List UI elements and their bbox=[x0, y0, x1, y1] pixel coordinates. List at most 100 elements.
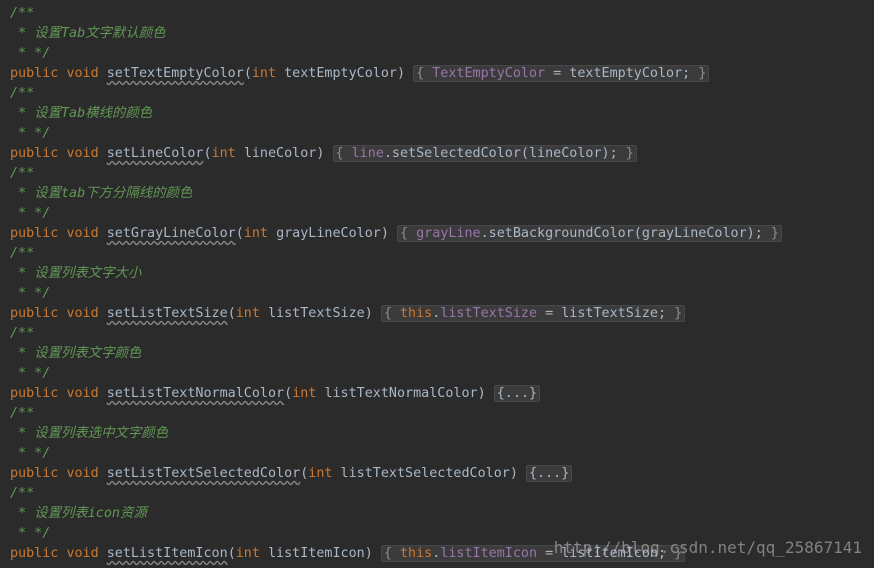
brace-open: { bbox=[383, 306, 400, 321]
method-line[interactable]: public void setListTextSelectedColor(int… bbox=[10, 464, 573, 484]
comment-close-line[interactable]: * */ bbox=[10, 284, 50, 304]
comment-open-line[interactable]: /** bbox=[10, 324, 34, 344]
comment-open: /** bbox=[10, 326, 35, 341]
brace-close: } bbox=[770, 226, 779, 241]
keyword-void: void bbox=[66, 546, 99, 561]
keyword-public: public bbox=[10, 226, 59, 241]
body-statement: = textEmptyColor; bbox=[545, 66, 699, 81]
comment-close-line[interactable]: * */ bbox=[10, 124, 50, 144]
folded-body[interactable]: {...} bbox=[525, 465, 573, 482]
method-name[interactable]: setListTextNormalColor bbox=[107, 386, 284, 401]
comment-prefix: * bbox=[10, 266, 35, 281]
comment-text-line[interactable]: * 设置列表选中文字颜色 bbox=[10, 424, 168, 444]
code-editor[interactable]: /** * 设置Tab文字默认颜色 * */ public void setTex… bbox=[0, 0, 874, 568]
comment-text-line[interactable]: * 设置Tab横线的颜色 bbox=[10, 104, 152, 124]
param-type: int bbox=[251, 66, 277, 81]
comment-close-line[interactable]: * */ bbox=[10, 444, 50, 464]
keyword-void: void bbox=[66, 226, 99, 241]
comment-open: /** bbox=[10, 86, 35, 101]
param-name: listTextSize bbox=[268, 306, 365, 321]
brace-close: } bbox=[625, 146, 634, 161]
comment-prefix: * bbox=[10, 426, 35, 441]
folded-body[interactable]: {...} bbox=[493, 385, 541, 402]
method-line[interactable]: public void setListTextNormalColor(int l… bbox=[10, 384, 541, 404]
comment-open: /** bbox=[10, 406, 35, 421]
comment-prefix: * bbox=[10, 106, 35, 121]
comment-text: 设置列表选中文字颜色 bbox=[34, 426, 169, 441]
method-line[interactable]: public void setLineColor(int lineColor) … bbox=[10, 144, 637, 164]
comment-text-line[interactable]: * 设置Tab文字默认颜色 bbox=[10, 24, 166, 44]
param-name: grayLineColor bbox=[276, 226, 381, 241]
brace-open: { bbox=[416, 66, 433, 81]
param-type: int bbox=[211, 146, 236, 161]
method-name[interactable]: setGrayLineColor bbox=[107, 226, 236, 241]
comment-open-line[interactable]: /** bbox=[10, 244, 34, 264]
brace-open: { bbox=[383, 546, 400, 561]
keyword-public: public bbox=[10, 386, 59, 401]
method-name[interactable]: setListTextSize bbox=[107, 306, 228, 321]
inline-body[interactable]: { this.listTextSize = listTextSize; } bbox=[380, 305, 686, 322]
param-type: int bbox=[292, 386, 317, 401]
method-name[interactable]: setListItemIcon bbox=[107, 546, 228, 561]
param-name: textEmptyColor bbox=[284, 66, 397, 81]
comment-prefix: * bbox=[10, 26, 35, 41]
comment-text-line[interactable]: * 设置列表文字大小 bbox=[10, 264, 141, 284]
keyword-public: public bbox=[10, 546, 59, 561]
comment-text-2: 文字默认颜色 bbox=[85, 26, 166, 41]
comment-open-line[interactable]: /** bbox=[10, 404, 34, 424]
comment-close: * */ bbox=[10, 526, 51, 541]
comment-text: 设置列表 bbox=[34, 506, 88, 521]
comment-text-line[interactable]: * 设置tab下方分隔线的颜色 bbox=[10, 184, 192, 204]
comment-open-line[interactable]: /** bbox=[10, 164, 34, 184]
comment-close: * */ bbox=[10, 206, 51, 221]
param-type: int bbox=[308, 466, 333, 481]
inline-body[interactable]: { line.setSelectedColor(lineColor); } bbox=[332, 145, 637, 162]
brace-open: { bbox=[400, 226, 417, 241]
comment-text-line[interactable]: * 设置列表icon资源 bbox=[10, 504, 147, 524]
keyword-this: this bbox=[400, 546, 433, 561]
comment-close-line[interactable]: * */ bbox=[10, 204, 50, 224]
comment-open: /** bbox=[10, 166, 35, 181]
comment-close-line[interactable]: * */ bbox=[10, 524, 50, 544]
inline-body[interactable]: { TextEmptyColor = textEmptyColor; } bbox=[413, 65, 710, 82]
comment-close: * */ bbox=[10, 446, 51, 461]
comment-text-line[interactable]: * 设置列表文字颜色 bbox=[10, 344, 141, 364]
param-type: int bbox=[235, 306, 260, 321]
brace-close: } bbox=[698, 66, 707, 81]
comment-open: /** bbox=[10, 486, 35, 501]
watermark: http://blog.csdn.net/qq_25867141 bbox=[553, 538, 862, 557]
comment-open-line[interactable]: /** bbox=[10, 84, 34, 104]
comment-close: * */ bbox=[10, 366, 51, 381]
comment-tag: icon bbox=[87, 506, 120, 521]
comment-close: * */ bbox=[10, 286, 51, 301]
method-line[interactable]: public void setGrayLineColor(int grayLin… bbox=[10, 224, 782, 244]
comment-close: * */ bbox=[10, 46, 51, 61]
keyword-public: public bbox=[10, 146, 59, 161]
keyword-this: this bbox=[400, 306, 433, 321]
keyword-void: void bbox=[66, 146, 99, 161]
method-line[interactable]: public void setListTextSize(int listText… bbox=[10, 304, 686, 324]
field-name: grayLine bbox=[416, 226, 481, 241]
comment-open: /** bbox=[10, 246, 35, 261]
keyword-void: void bbox=[66, 466, 99, 481]
method-line[interactable]: public void setTextEmptyColor(int textEm… bbox=[10, 64, 710, 84]
method-name[interactable]: setLineColor bbox=[107, 146, 204, 161]
comment-text: 设置 bbox=[34, 186, 61, 201]
method-name[interactable]: setListTextSelectedColor bbox=[107, 466, 300, 481]
comment-open-line[interactable]: /** bbox=[10, 4, 34, 24]
comment-close-line[interactable]: * */ bbox=[10, 44, 50, 64]
inline-body[interactable]: { grayLine.setBackgroundColor(grayLineCo… bbox=[397, 225, 782, 242]
keyword-void: void bbox=[66, 386, 99, 401]
field-name: listItemIcon bbox=[440, 546, 538, 561]
comment-prefix: * bbox=[10, 506, 35, 521]
brace-open: { bbox=[335, 146, 352, 161]
comment-open-line[interactable]: /** bbox=[10, 484, 34, 504]
comment-close-line[interactable]: * */ bbox=[10, 364, 50, 384]
body-statement: .setSelectedColor(lineColor); bbox=[383, 146, 626, 161]
field-name: TextEmptyColor bbox=[432, 66, 546, 81]
param-name: listTextSelectedColor bbox=[340, 466, 510, 481]
method-name[interactable]: setTextEmptyColor bbox=[107, 66, 244, 81]
field-name: line bbox=[351, 146, 384, 161]
param-name: listTextNormalColor bbox=[324, 386, 478, 401]
comment-text-2: 横线的颜色 bbox=[85, 106, 153, 121]
